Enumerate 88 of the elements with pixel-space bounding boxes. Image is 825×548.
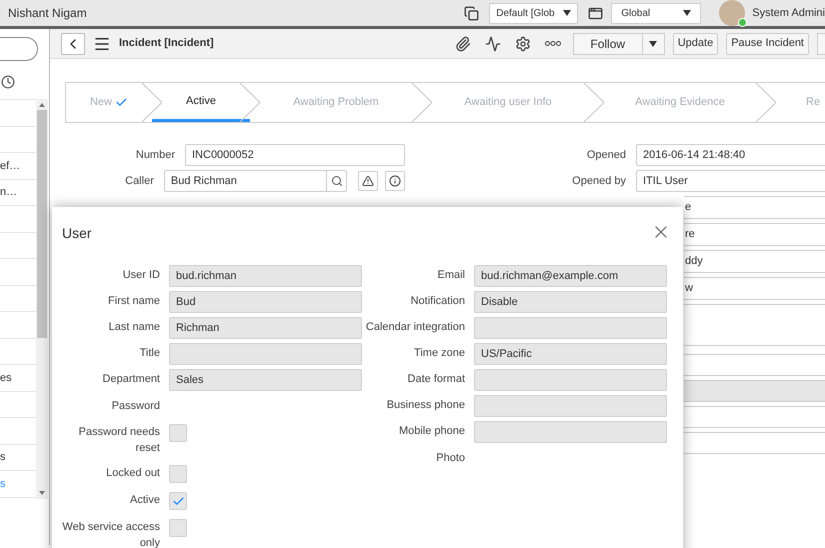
readonly-field[interactable]	[169, 343, 362, 365]
field-label: Opened by	[571, 174, 626, 189]
text-field[interactable]	[684, 406, 825, 428]
process-step[interactable]: Active	[152, 83, 250, 122]
field-label: Photo	[435, 451, 465, 466]
field-label: Email	[436, 268, 465, 283]
warning-button[interactable]	[358, 171, 378, 191]
scope-select[interactable]: Global	[611, 2, 702, 24]
check-icon	[115, 96, 128, 109]
checkbox[interactable]	[169, 492, 187, 510]
caret-icon	[649, 40, 658, 46]
text-field[interactable]: ITIL User	[636, 170, 825, 192]
field-label: Password needs reset	[78, 425, 160, 456]
field-label: Business phone	[386, 398, 465, 413]
info-button[interactable]	[385, 171, 405, 191]
text-field[interactable]: INC0000052	[185, 144, 405, 166]
nav-item[interactable]: n…	[0, 184, 18, 200]
check-icon	[172, 494, 184, 508]
checkbox[interactable]	[169, 519, 187, 537]
field-label: Number	[134, 148, 175, 163]
caret-icon	[563, 10, 572, 16]
field-label: User ID	[122, 268, 160, 283]
toolbar-button[interactable]: Update	[672, 32, 718, 54]
readonly-field[interactable]: Disable	[474, 291, 667, 313]
window-icon[interactable]	[588, 6, 604, 20]
readonly-field[interactable]	[474, 421, 667, 443]
account-name[interactable]: System Admini	[752, 4, 825, 22]
field-label: Mobile phone	[398, 424, 465, 439]
checkbox[interactable]	[169, 465, 187, 483]
info-icon	[389, 175, 401, 187]
field-label: Calendar integration	[365, 320, 465, 335]
nav-item[interactable]: es	[0, 370, 12, 386]
scroll-up-icon[interactable]	[39, 103, 45, 107]
readonly-field[interactable]	[474, 369, 667, 391]
readonly-field[interactable]: Sales	[169, 369, 362, 391]
form-title: Incident [Incident]	[119, 36, 214, 52]
field-label: Caller	[124, 174, 154, 189]
reference-field[interactable]: Bud Richman	[164, 170, 347, 192]
readonly-field[interactable]	[684, 380, 825, 402]
checkbox[interactable]	[169, 424, 187, 442]
toolbar-button[interactable]: Pause Incident	[726, 32, 809, 54]
field-label: First name	[107, 294, 160, 309]
dialog-title: User	[62, 224, 92, 243]
readonly-field[interactable]	[474, 317, 667, 339]
nav-item[interactable]: ef…	[0, 158, 20, 174]
settings-icon[interactable]	[514, 36, 531, 52]
text-field[interactable]	[684, 354, 825, 376]
readonly-field[interactable]: bud.richman	[169, 265, 362, 287]
field-label: Password	[110, 399, 160, 414]
text-field[interactable]	[684, 432, 825, 454]
text-field[interactable]: e	[684, 196, 825, 219]
update-set-select[interactable]: Default [Glob	[489, 2, 578, 24]
history-icon[interactable]	[1, 75, 15, 89]
readonly-field[interactable]	[474, 395, 667, 417]
follow-menu-button[interactable]	[642, 32, 665, 54]
back-button[interactable]	[61, 32, 85, 54]
paperclip-icon[interactable]	[454, 36, 471, 52]
user-name: Nishant Nigam	[8, 5, 87, 22]
search-icon	[330, 175, 342, 187]
more-icon[interactable]	[544, 41, 561, 46]
readonly-field[interactable]: Bud	[169, 291, 362, 313]
text-field[interactable]: re	[684, 223, 825, 246]
text-field[interactable]: ddy	[684, 250, 825, 273]
field-label: Locked out	[105, 466, 160, 481]
field-label: Opened	[586, 148, 626, 163]
readonly-field[interactable]: bud.richman@example.com	[474, 265, 667, 287]
avatar[interactable]	[719, 0, 746, 26]
field-label: Department	[102, 372, 160, 387]
warning-icon	[362, 175, 374, 187]
field-label: Date format	[406, 372, 465, 387]
readonly-field[interactable]: Richman	[169, 317, 362, 339]
field-label: Notification	[410, 294, 465, 309]
field-label: Web service access only	[61, 520, 160, 548]
document-icon[interactable]	[464, 6, 480, 20]
filter-field[interactable]	[0, 37, 38, 61]
readonly-field[interactable]: US/Pacific	[474, 343, 667, 365]
caret-icon	[683, 10, 692, 16]
scroll-down-icon[interactable]	[39, 491, 45, 495]
nav-item[interactable]: s	[0, 449, 6, 466]
field-label: Active	[129, 493, 160, 508]
field-label: Title	[138, 346, 160, 361]
scrollbar[interactable]	[36, 99, 48, 499]
text-field[interactable]: 2016-06-14 21:48:40	[636, 144, 825, 166]
field-label: Last name	[108, 320, 160, 335]
text-field[interactable]: w	[684, 277, 825, 300]
activity-icon[interactable]	[484, 36, 501, 52]
field-label: Time zone	[413, 346, 465, 361]
follow-button[interactable]: Follow	[572, 32, 643, 54]
